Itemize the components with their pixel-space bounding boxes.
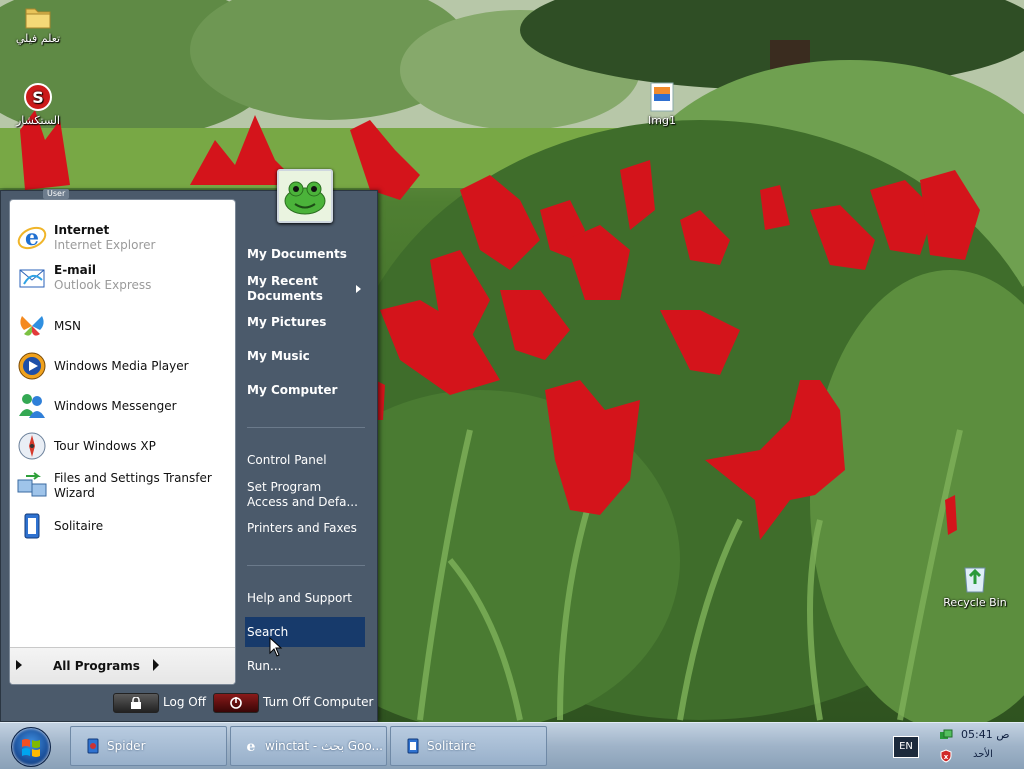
set-program-line1: Set Program: [247, 480, 322, 494]
recent-msn[interactable]: MSN: [16, 310, 231, 342]
taskbar-button-label: Solitaire: [427, 739, 477, 753]
help-and-support-link[interactable]: Help and Support: [247, 591, 352, 606]
desktop-icon-img1[interactable]: Img1: [624, 82, 700, 127]
menu-separator: [247, 565, 365, 566]
pinned-title: E-mail: [54, 263, 97, 277]
taskbar-button-browser[interactable]: e winctat - بحث Goo...: [230, 726, 387, 766]
spider-app-icon: S: [24, 83, 52, 111]
run-link[interactable]: Run...: [247, 659, 281, 674]
taskbar-button-label: winctat - بحث Goo...: [265, 739, 383, 753]
recent-label: Tour Windows XP: [54, 438, 156, 453]
start-menu: User e Internet Internet Explorer E-mail…: [0, 169, 378, 722]
recent-tour-xp[interactable]: Tour Windows XP: [16, 430, 231, 462]
log-off-label[interactable]: Log Off: [163, 695, 206, 709]
language-indicator[interactable]: EN: [893, 736, 919, 758]
taskbar-button-solitaire[interactable]: Solitaire: [390, 726, 547, 766]
my-music-link[interactable]: My Music: [247, 349, 310, 364]
my-computer-link[interactable]: My Computer: [247, 383, 337, 398]
internet-explorer-icon: e: [247, 739, 256, 754]
clock-time[interactable]: 05:41 ص: [961, 728, 1010, 741]
msn-butterfly-icon: [20, 316, 44, 336]
start-menu-programs-pane: e Internet Internet Explorer E-mail Outl…: [9, 199, 236, 685]
recent-label-line1: Files and Settings Transfer: [54, 471, 212, 485]
desktop-icon-spider-app[interactable]: S الستكشار: [0, 82, 76, 127]
all-programs-label: All Programs: [53, 659, 140, 673]
set-program-access-link[interactable]: Set Program Access and Defa...: [247, 480, 358, 510]
image-file-icon: [650, 82, 674, 112]
tour-icon: [18, 432, 46, 460]
lock-icon: [131, 697, 141, 709]
turn-off-label[interactable]: Turn Off Computer: [263, 695, 373, 709]
solitaire-icon: [407, 738, 419, 754]
taskbar-button-spider[interactable]: Spider: [70, 726, 227, 766]
menu-separator: [247, 427, 365, 428]
svg-text:e: e: [25, 225, 39, 251]
svg-text:S: S: [32, 88, 44, 107]
desktop-icon-recycle-bin[interactable]: Recycle Bin: [937, 562, 1013, 609]
recent-label: Windows Messenger: [54, 398, 177, 413]
windows-logo-icon: [22, 739, 40, 757]
transfer-wizard-icon: [17, 472, 47, 497]
folder-icon: [25, 8, 51, 29]
mouse-cursor-icon: [269, 637, 283, 657]
internet-explorer-icon: e: [17, 225, 47, 251]
my-recent-line2: Documents: [247, 289, 323, 303]
turn-off-button[interactable]: [213, 693, 259, 713]
start-button[interactable]: [11, 727, 51, 767]
pinned-subtitle: Outlook Express: [54, 278, 152, 292]
svg-text:e: e: [247, 739, 256, 754]
recent-transfer-wizard[interactable]: Files and Settings Transfer Wizard: [16, 470, 231, 502]
recent-label-line2: Wizard: [54, 486, 95, 500]
recent-label: Solitaire: [54, 518, 104, 533]
my-recent-line1: My Recent: [247, 274, 318, 288]
user-avatar[interactable]: [277, 169, 333, 223]
user-name: User: [43, 189, 70, 199]
network-icon[interactable]: [939, 729, 953, 743]
spider-solitaire-icon: [87, 738, 99, 754]
set-program-line2: Access and Defa...: [247, 495, 358, 509]
media-player-icon: [18, 352, 46, 380]
desktop-icon-label: تعلم فيلي: [15, 32, 61, 45]
pinned-title: Internet: [54, 223, 110, 237]
my-pictures-link[interactable]: My Pictures: [247, 315, 326, 330]
outlook-express-icon: [19, 269, 45, 288]
recent-label: Windows Media Player: [54, 358, 189, 373]
power-icon: [230, 697, 242, 709]
pinned-subtitle: Internet Explorer: [54, 238, 156, 252]
clock-day: الأحد: [973, 749, 993, 760]
all-programs-button[interactable]: All Programs: [10, 647, 235, 684]
printers-and-faxes-link[interactable]: Printers and Faxes: [247, 521, 357, 536]
taskbar: Spider e winctat - بحث Goo... Solitaire …: [0, 722, 1024, 769]
recycle-bin-icon: [964, 567, 986, 593]
taskbar-button-label: Spider: [107, 739, 146, 753]
desktop-icon-label: Recycle Bin: [943, 596, 1007, 609]
pinned-email[interactable]: E-mail Outlook Express: [16, 262, 231, 294]
desktop-icon-folder[interactable]: تعلم فيلي: [0, 4, 76, 45]
pinned-internet[interactable]: e Internet Internet Explorer: [16, 222, 231, 254]
arrow-right-icon: [16, 660, 22, 670]
recent-media-player[interactable]: Windows Media Player: [16, 350, 231, 382]
log-off-button[interactable]: [113, 693, 159, 713]
arrow-right-icon: [153, 659, 159, 671]
my-documents-link[interactable]: My Documents: [247, 247, 347, 262]
submenu-arrow-icon: [356, 285, 361, 293]
control-panel-link[interactable]: Control Panel: [247, 453, 327, 468]
solitaire-icon: [24, 513, 40, 539]
desktop-icon-label: Img1: [648, 114, 676, 127]
frog-avatar-icon: [279, 171, 331, 221]
system-tray: x 05:41 ص الأحد: [935, 725, 1015, 767]
messenger-icon: [19, 394, 45, 418]
recent-messenger[interactable]: Windows Messenger: [16, 390, 231, 422]
recent-solitaire[interactable]: Solitaire: [16, 510, 231, 542]
recent-label: MSN: [54, 318, 81, 333]
svg-text:x: x: [944, 753, 949, 761]
my-recent-documents-link[interactable]: My Recent Documents: [247, 274, 323, 304]
desktop-icon-label: الستكشار: [15, 114, 61, 127]
security-shield-icon[interactable]: x: [939, 749, 953, 763]
